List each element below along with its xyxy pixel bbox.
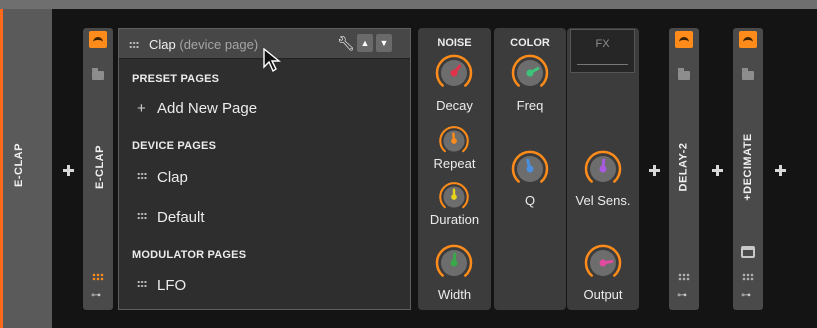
route-arrow-icon[interactable]: ⊶	[741, 290, 751, 301]
popup-title: Clap (device page)	[149, 37, 258, 52]
knob-label-output: Output	[583, 287, 623, 302]
add-new-page-item[interactable]: + Add New Page	[137, 100, 257, 117]
device-activate-button[interactable]	[89, 31, 107, 48]
device-page-label: Clap	[157, 169, 188, 186]
device-activate-button[interactable]	[739, 31, 757, 48]
knob-graphic	[511, 54, 549, 87]
section-modulator-pages: MODULATOR PAGES	[132, 249, 247, 261]
folder-icon[interactable]	[92, 68, 104, 80]
knob-graphic	[435, 244, 473, 277]
knob-label-vel-sens: Vel Sens.	[575, 193, 631, 208]
knob-center	[599, 165, 607, 173]
add-device-plus-icon[interactable]	[648, 164, 660, 176]
plus-icon: +	[137, 100, 146, 117]
fx-divider	[577, 64, 628, 65]
knob-decay[interactable]	[433, 52, 475, 94]
knob-center	[599, 259, 607, 267]
folder-icon[interactable]	[742, 68, 754, 80]
knob-graphic	[584, 150, 622, 183]
grid-icon	[137, 212, 147, 220]
modulator-page-item-lfo[interactable]: LFO	[137, 277, 186, 294]
remote-controls-dots-icon[interactable]	[92, 273, 104, 281]
knob-q[interactable]	[509, 148, 551, 190]
knob-label-q: Q	[524, 193, 536, 208]
track-header[interactable]: E-CLAP	[0, 9, 52, 328]
popup-title-subtitle: (device page)	[179, 37, 259, 52]
knob-graphic	[439, 126, 469, 153]
device-strip-delay-2[interactable]: DELAY-2 ⊶	[669, 28, 699, 310]
knob-label-repeat: Repeat	[433, 156, 476, 171]
move-down-button[interactable]: ▼	[376, 34, 392, 52]
fx-panel-title: FX	[595, 38, 610, 50]
knob-output[interactable]	[582, 242, 624, 284]
knob-center	[526, 69, 534, 77]
modulator-page-label: LFO	[157, 277, 187, 294]
track-name: E-CLAP	[12, 143, 25, 187]
knob-vel-sens[interactable]	[582, 148, 624, 190]
knob-duration[interactable]	[437, 180, 471, 214]
knob-label-freq: Freq	[516, 98, 544, 113]
popup-title-name: Clap	[149, 37, 176, 52]
remote-controls-dots-icon[interactable]	[742, 273, 754, 281]
noise-panel-title: NOISE	[437, 37, 472, 49]
knob-label-duration: Duration	[429, 212, 480, 227]
knob-graphic	[439, 182, 469, 209]
route-arrow-icon[interactable]: ⊶	[677, 290, 687, 301]
knob-label-width: Width	[437, 287, 472, 302]
fx-header[interactable]: FX	[570, 29, 635, 73]
knob-freq[interactable]	[509, 52, 551, 94]
move-up-button[interactable]: ▲	[357, 34, 373, 52]
knob-repeat[interactable]	[437, 124, 471, 158]
knob-graphic	[435, 54, 473, 87]
knob-graphic	[511, 150, 549, 183]
window-icon[interactable]	[741, 246, 755, 258]
add-device-plus-icon[interactable]	[62, 164, 74, 176]
device-strip-e-clap[interactable]: E-CLAP ⊶	[83, 28, 113, 310]
folder-icon[interactable]	[678, 68, 690, 80]
add-new-page-label: Add New Page	[157, 100, 258, 117]
knob-label-decay: Decay	[436, 98, 473, 113]
device-page-label: Default	[157, 209, 205, 226]
color-panel-title: COLOR	[510, 37, 550, 49]
device-page-item-default[interactable]: Default	[137, 209, 205, 226]
knob-graphic	[584, 244, 622, 277]
section-preset-pages: PRESET PAGES	[132, 73, 220, 85]
mouse-cursor-icon	[263, 48, 281, 73]
knob-center	[526, 165, 534, 173]
device-name-delay-2: DELAY-2	[677, 142, 690, 192]
device-strip-decimate[interactable]: +DECIMATE ⊶	[733, 28, 763, 310]
knob-width[interactable]	[433, 242, 475, 284]
grid-icon	[129, 41, 139, 49]
grid-icon	[137, 172, 147, 180]
add-device-plus-icon[interactable]	[711, 164, 723, 176]
device-page-item-clap[interactable]: Clap	[137, 169, 188, 186]
add-device-plus-icon[interactable]	[774, 164, 786, 176]
knob-center	[451, 138, 457, 144]
device-name-decimate: +DECIMATE	[741, 133, 754, 201]
device-name-e-clap: E-CLAP	[93, 145, 106, 189]
remote-controls-dots-icon[interactable]	[678, 273, 690, 281]
knob-center	[451, 194, 457, 200]
wrench-icon[interactable]: 🔧︎	[337, 35, 355, 52]
top-bar	[0, 0, 817, 9]
grid-icon	[137, 280, 147, 288]
route-arrow-icon[interactable]: ⊶	[91, 290, 101, 301]
device-activate-button[interactable]	[675, 31, 693, 48]
knob-center	[450, 69, 458, 77]
knob-center	[450, 259, 458, 267]
section-device-pages: DEVICE PAGES	[132, 140, 217, 152]
